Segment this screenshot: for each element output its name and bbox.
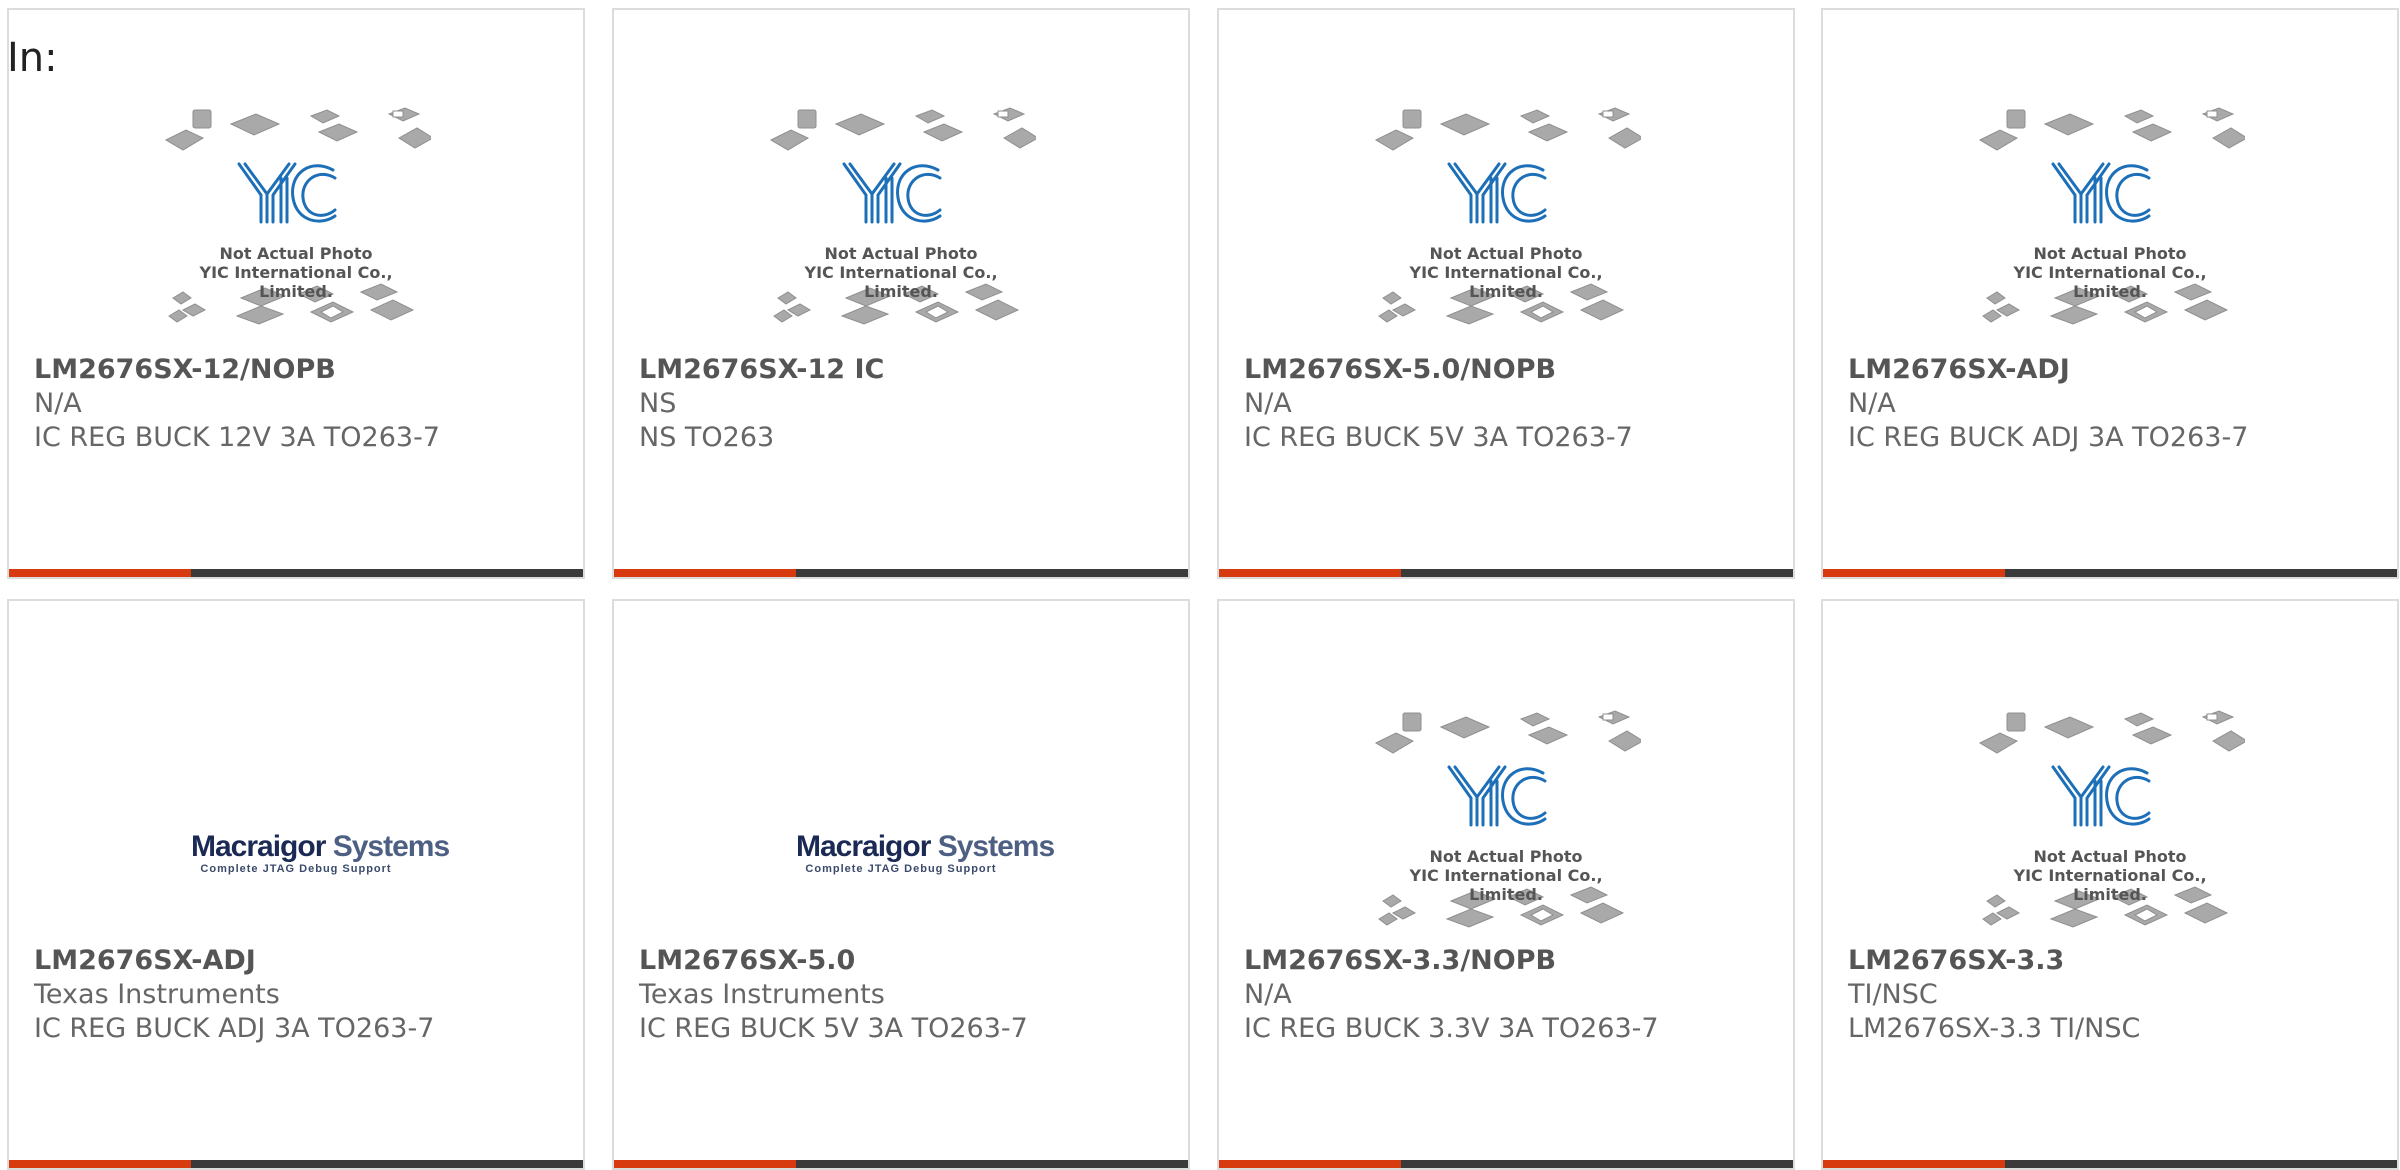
- product-part-number[interactable]: LM2676SX-3.3: [1848, 944, 2377, 978]
- product-part-number[interactable]: LM2676SX-12/NOPB: [34, 353, 563, 387]
- product-card[interactable]: Not Actual Photo YIC International Co., L…: [612, 8, 1190, 579]
- placeholder-caption-line2: YIC International Co., Limited.: [2013, 866, 2207, 904]
- product-card[interactable]: Macraigor Systems Complete JTAG Debug Sup…: [612, 599, 1190, 1170]
- product-description: IC REG BUCK ADJ 3A TO263-7: [34, 1013, 435, 1044]
- card-bottom-bar-accent: [9, 569, 191, 577]
- product-description: NS TO263: [639, 422, 775, 453]
- card-bottom-bar: [1219, 1160, 1793, 1168]
- product-info: LM2676SX-3.3 TI/NSC LM2676SX-3.3 TI/NSC: [1848, 944, 2377, 1046]
- card-bottom-bar-accent: [614, 1160, 796, 1168]
- product-image[interactable]: Macraigor Systems Complete JTAG Debug Sup…: [614, 683, 1188, 953]
- card-bottom-bar: [614, 569, 1188, 577]
- product-description: IC REG BUCK 12V 3A TO263-7: [34, 422, 440, 453]
- product-manufacturer: N/A: [1848, 388, 1896, 419]
- product-manufacturer: NS: [639, 388, 677, 419]
- product-image[interactable]: Not Actual Photo YIC International Co., L…: [1219, 98, 1793, 368]
- product-info: LM2676SX-5.0 Texas Instruments IC REG BUCK…: [639, 944, 1168, 1046]
- product-part-number[interactable]: LM2676SX-5.0/NOPB: [1244, 353, 1773, 387]
- not-actual-photo-placeholder: Not Actual Photo YIC International Co., L…: [766, 98, 1040, 338]
- macraigor-brand: Macraigor Systems: [191, 830, 450, 863]
- placeholder-caption-line1: Not Actual Photo: [824, 244, 978, 263]
- product-card[interactable]: Not Actual Photo YIC International Co., L…: [1821, 8, 2399, 579]
- product-part-number[interactable]: LM2676SX-5.0: [639, 944, 1168, 978]
- product-part-number[interactable]: LM2676SX-ADJ: [34, 944, 563, 978]
- not-actual-photo-placeholder: Not Actual Photo YIC International Co., L…: [1371, 701, 1645, 941]
- product-manufacturer: N/A: [1244, 388, 1292, 419]
- macraigor-systems-logo: Macraigor Systems Complete JTAG Debug Sup…: [191, 830, 450, 876]
- yic-logo-icon: [1374, 106, 1645, 326]
- in-label: In:: [7, 35, 58, 81]
- card-bottom-bar-accent: [614, 569, 796, 577]
- product-manufacturer: N/A: [1244, 979, 1292, 1010]
- product-card[interactable]: Macraigor Systems Complete JTAG Debug Sup…: [7, 599, 585, 1170]
- product-image[interactable]: Macraigor Systems Complete JTAG Debug Sup…: [9, 683, 583, 953]
- placeholder-caption-line1: Not Actual Photo: [2033, 244, 2187, 263]
- product-image[interactable]: Not Actual Photo YIC International Co., L…: [9, 98, 583, 368]
- yic-logo-icon: [1374, 709, 1645, 929]
- card-bottom-bar: [1823, 1160, 2397, 1168]
- card-bottom-bar-accent: [1219, 1160, 1401, 1168]
- product-card[interactable]: Not Actual Photo YIC International Co., L…: [1217, 599, 1795, 1170]
- product-manufacturer: Texas Instruments: [639, 979, 885, 1010]
- card-bottom-bar-accent: [1823, 1160, 2005, 1168]
- product-card[interactable]: Not Actual Photo YIC International Co., L…: [1217, 8, 1795, 579]
- product-description: IC REG BUCK ADJ 3A TO263-7: [1848, 422, 2249, 453]
- placeholder-caption-line1: Not Actual Photo: [219, 244, 373, 263]
- yic-logo-icon: [164, 106, 435, 326]
- product-image[interactable]: Not Actual Photo YIC International Co., L…: [1823, 701, 2397, 971]
- placeholder-caption-line1: Not Actual Photo: [1429, 244, 1583, 263]
- not-actual-photo-placeholder: Not Actual Photo YIC International Co., L…: [1975, 98, 2249, 338]
- product-description: IC REG BUCK 5V 3A TO263-7: [639, 1013, 1028, 1044]
- card-bottom-bar: [1823, 569, 2397, 577]
- product-part-number[interactable]: LM2676SX-3.3/NOPB: [1244, 944, 1773, 978]
- yic-logo-icon: [769, 106, 1040, 326]
- product-info: LM2676SX-ADJ Texas Instruments IC REG BUCK…: [34, 944, 563, 1046]
- product-info: LM2676SX-3.3/NOPB N/A IC REG BUCK 3.3V 3A …: [1244, 944, 1773, 1046]
- card-bottom-bar-accent: [1219, 569, 1401, 577]
- product-manufacturer: Texas Instruments: [34, 979, 280, 1010]
- macraigor-systems-logo: Macraigor Systems Complete JTAG Debug Sup…: [796, 830, 1055, 876]
- product-image[interactable]: Not Actual Photo YIC International Co., L…: [1823, 98, 2397, 368]
- placeholder-caption-line2: YIC International Co., Limited.: [199, 263, 393, 301]
- placeholder-caption-line2: YIC International Co., Limited.: [1409, 263, 1603, 301]
- brand-part2: Systems: [937, 830, 1055, 863]
- product-info: LM2676SX-ADJ N/A IC REG BUCK ADJ 3A TO263-…: [1848, 353, 2377, 455]
- product-image[interactable]: Not Actual Photo YIC International Co., L…: [614, 98, 1188, 368]
- not-actual-photo-placeholder: Not Actual Photo YIC International Co., L…: [1371, 98, 1645, 338]
- brand-part2: Systems: [332, 830, 450, 863]
- macraigor-tagline: Complete JTAG Debug Support: [200, 863, 392, 875]
- placeholder-caption-line2: YIC International Co., Limited.: [1409, 866, 1603, 904]
- card-bottom-bar: [1219, 569, 1793, 577]
- yic-logo-icon: [1978, 709, 2249, 929]
- product-info: LM2676SX-12/NOPB N/A IC REG BUCK 12V 3A TO…: [34, 353, 563, 455]
- product-info: LM2676SX-12 IC NS NS TO263: [639, 353, 1168, 455]
- product-manufacturer: TI/NSC: [1848, 979, 1938, 1010]
- product-card[interactable]: Not Actual Photo YIC International Co., L…: [7, 8, 585, 579]
- placeholder-caption-line1: Not Actual Photo: [2033, 847, 2187, 866]
- yic-logo-icon: [1978, 106, 2249, 326]
- brand-part1: Macraigor: [191, 830, 326, 863]
- product-card[interactable]: Not Actual Photo YIC International Co., L…: [1821, 599, 2399, 1170]
- product-info: LM2676SX-5.0/NOPB N/A IC REG BUCK 5V 3A TO…: [1244, 353, 1773, 455]
- placeholder-caption-line1: Not Actual Photo: [1429, 847, 1583, 866]
- macraigor-tagline: Complete JTAG Debug Support: [805, 863, 997, 875]
- product-description: IC REG BUCK 5V 3A TO263-7: [1244, 422, 1633, 453]
- placeholder-caption-line2: YIC International Co., Limited.: [2013, 263, 2207, 301]
- product-part-number[interactable]: LM2676SX-12 IC: [639, 353, 1168, 387]
- placeholder-caption-line2: YIC International Co., Limited.: [804, 263, 998, 301]
- product-image[interactable]: Not Actual Photo YIC International Co., L…: [1219, 701, 1793, 971]
- macraigor-brand: Macraigor Systems: [796, 830, 1055, 863]
- not-actual-photo-placeholder: Not Actual Photo YIC International Co., L…: [1975, 701, 2249, 941]
- card-bottom-bar: [9, 569, 583, 577]
- card-bottom-bar: [9, 1160, 583, 1168]
- brand-part1: Macraigor: [796, 830, 931, 863]
- card-bottom-bar-accent: [9, 1160, 191, 1168]
- card-bottom-bar: [614, 1160, 1188, 1168]
- product-description: IC REG BUCK 3.3V 3A TO263-7: [1244, 1013, 1659, 1044]
- product-part-number[interactable]: LM2676SX-ADJ: [1848, 353, 2377, 387]
- product-description: LM2676SX-3.3 TI/NSC: [1848, 1013, 2141, 1044]
- card-bottom-bar-accent: [1823, 569, 2005, 577]
- not-actual-photo-placeholder: Not Actual Photo YIC International Co., L…: [161, 98, 435, 338]
- product-manufacturer: N/A: [34, 388, 82, 419]
